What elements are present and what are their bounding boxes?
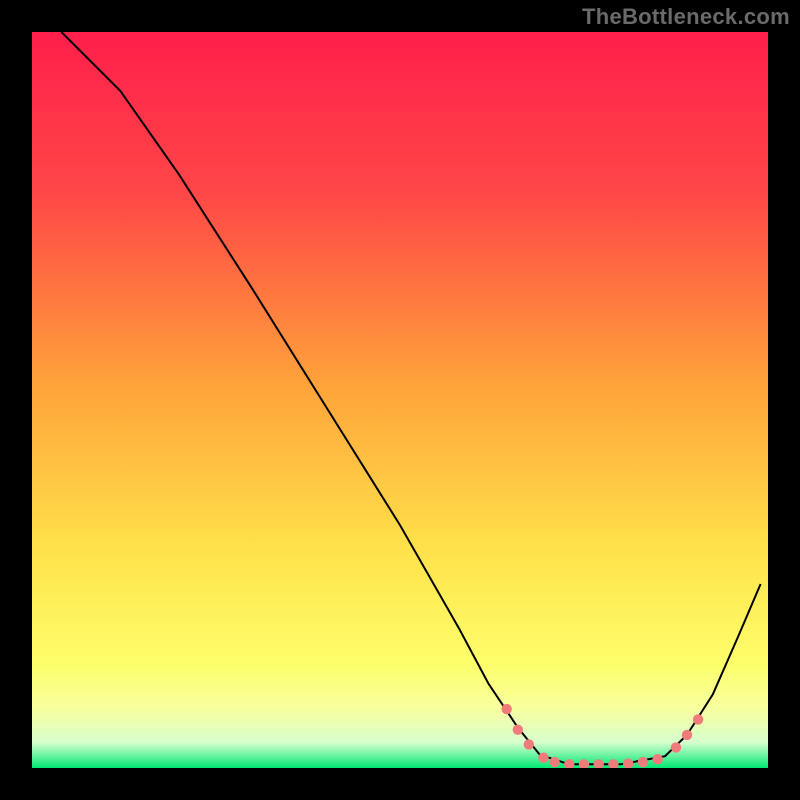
curve-marker [608,759,618,769]
curve-marker [594,759,604,769]
gradient-background [32,32,768,768]
curve-marker [513,725,523,735]
bottleneck-chart [0,0,800,800]
curve-marker [538,753,548,763]
curve-marker [682,730,692,740]
curve-marker [623,758,633,768]
curve-marker [693,714,703,724]
curve-marker [671,742,681,752]
curve-marker [502,704,512,714]
chart-frame: { "watermark": "TheBottleneck.com", "cha… [0,0,800,800]
curve-marker [579,759,589,769]
curve-marker [652,754,662,764]
curve-marker [564,759,574,769]
curve-marker [638,757,648,767]
curve-marker [549,757,559,767]
curve-marker [524,739,534,749]
